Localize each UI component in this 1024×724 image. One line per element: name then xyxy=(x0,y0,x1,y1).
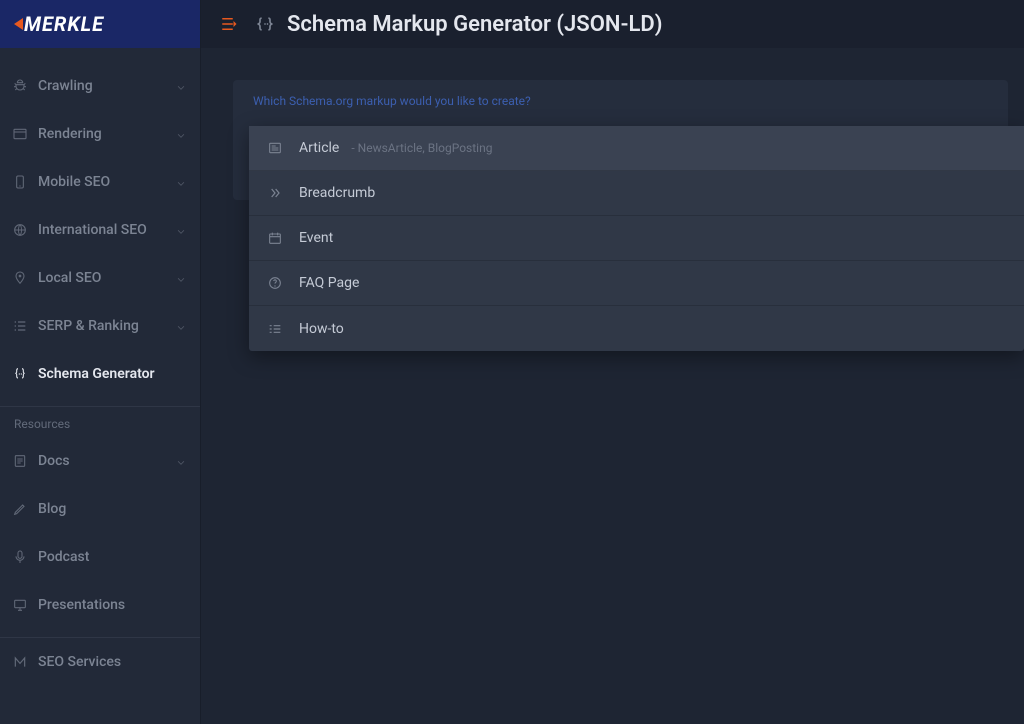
sidebar-item-crawling[interactable]: Crawling xyxy=(0,62,200,110)
schema-option-label: Event xyxy=(299,230,333,246)
collapse-sidebar-button[interactable] xyxy=(219,14,239,34)
schema-option-event[interactable]: Event xyxy=(249,216,1024,261)
chevron-down-icon xyxy=(176,456,186,466)
sidebar-item-docs[interactable]: Docs xyxy=(0,437,200,485)
sidebar-item-rendering[interactable]: Rendering xyxy=(0,110,200,158)
sidebar-item-label: Schema Generator xyxy=(38,366,186,382)
chevron-down-icon xyxy=(176,81,186,91)
sidebar-item-podcast[interactable]: Podcast xyxy=(0,533,200,581)
schema-option-faq page[interactable]: FAQ Page xyxy=(249,261,1024,306)
page-title-text: Schema Markup Generator (JSON-LD) xyxy=(287,12,662,37)
schema-option-article[interactable]: Article - NewsArticle, BlogPosting xyxy=(249,126,1024,171)
schema-option-how-to[interactable]: How-to xyxy=(249,306,1024,351)
hint-text: Which Schema.org markup would you like t… xyxy=(233,80,1008,108)
nav: Crawling Rendering Mobile SEO Internatio… xyxy=(0,48,200,724)
resources-header: Resources xyxy=(0,406,200,437)
sidebar-item-label: International SEO xyxy=(38,222,176,238)
list-icon xyxy=(12,318,28,334)
main: Schema Markup Generator (JSON-LD) Which … xyxy=(201,0,1024,724)
chevron-down-icon xyxy=(176,177,186,187)
screen-icon xyxy=(12,597,28,613)
schema-option-label: How-to xyxy=(299,321,344,337)
sidebar-item-blog[interactable]: Blog xyxy=(0,485,200,533)
content: Which Schema.org markup would you like t… xyxy=(201,48,1024,200)
sidebar-item-label: Presentations xyxy=(38,597,186,613)
pen-icon xyxy=(12,501,28,517)
help-icon xyxy=(267,275,283,291)
schema-selector-card: Which Schema.org markup would you like t… xyxy=(233,80,1008,200)
sidebar-item-presentations[interactable]: Presentations xyxy=(0,581,200,629)
brand-arrow-icon xyxy=(14,18,23,30)
topbar: Schema Markup Generator (JSON-LD) xyxy=(201,0,1024,48)
sidebar-item-label: Crawling xyxy=(38,78,176,94)
m-icon xyxy=(12,654,28,670)
mic-icon xyxy=(12,549,28,565)
pin-icon xyxy=(12,270,28,286)
chevron-down-icon xyxy=(176,321,186,331)
calendar-icon xyxy=(267,230,283,246)
chevron-down-icon xyxy=(176,129,186,139)
sidebar-item-schema-gen[interactable]: Schema Generator xyxy=(0,350,200,398)
chevrons-icon xyxy=(267,185,283,201)
sidebar-item-seo-services[interactable]: SEO Services xyxy=(0,638,200,686)
bug-icon xyxy=(12,78,28,94)
schema-option-breadcrumb[interactable]: Breadcrumb xyxy=(249,171,1024,216)
sidebar-item-label: SEO Services xyxy=(38,654,186,670)
sidebar-item-label: Rendering xyxy=(38,126,176,142)
braces-icon xyxy=(255,14,275,34)
steps-icon xyxy=(267,321,283,337)
sidebar-item-label: Podcast xyxy=(38,549,186,565)
doc-icon xyxy=(12,453,28,469)
sidebar-item-mobile-seo[interactable]: Mobile SEO xyxy=(0,158,200,206)
sidebar: MERKLE Crawling Rendering Mobile SEO Int… xyxy=(0,0,201,724)
sidebar-item-local-seo[interactable]: Local SEO xyxy=(0,254,200,302)
sidebar-item-intl-seo[interactable]: International SEO xyxy=(0,206,200,254)
sidebar-item-serp[interactable]: SERP & Ranking xyxy=(0,302,200,350)
braces-icon xyxy=(12,366,28,382)
sidebar-item-label: Docs xyxy=(38,453,176,469)
schema-type-dropdown[interactable]: Article - NewsArticle, BlogPosting Bread… xyxy=(249,126,1024,351)
schema-option-label: Article xyxy=(299,140,339,156)
article-icon xyxy=(267,140,283,156)
schema-option-subtitle: - NewsArticle, BlogPosting xyxy=(351,141,492,155)
chevron-down-icon xyxy=(176,273,186,283)
schema-option-label: FAQ Page xyxy=(299,275,359,291)
sidebar-item-label: SERP & Ranking xyxy=(38,318,176,334)
window-icon xyxy=(12,126,28,142)
brand-logo[interactable]: MERKLE xyxy=(0,0,200,48)
globe-icon xyxy=(12,222,28,238)
chevron-down-icon xyxy=(176,225,186,235)
sidebar-item-label: Local SEO xyxy=(38,270,176,286)
schema-option-label: Breadcrumb xyxy=(299,185,375,201)
phone-icon xyxy=(12,174,28,190)
sidebar-item-label: Mobile SEO xyxy=(38,174,176,190)
brand-name: MERKLE xyxy=(24,12,104,36)
page-title: Schema Markup Generator (JSON-LD) xyxy=(255,12,662,37)
sidebar-item-label: Blog xyxy=(38,501,186,517)
